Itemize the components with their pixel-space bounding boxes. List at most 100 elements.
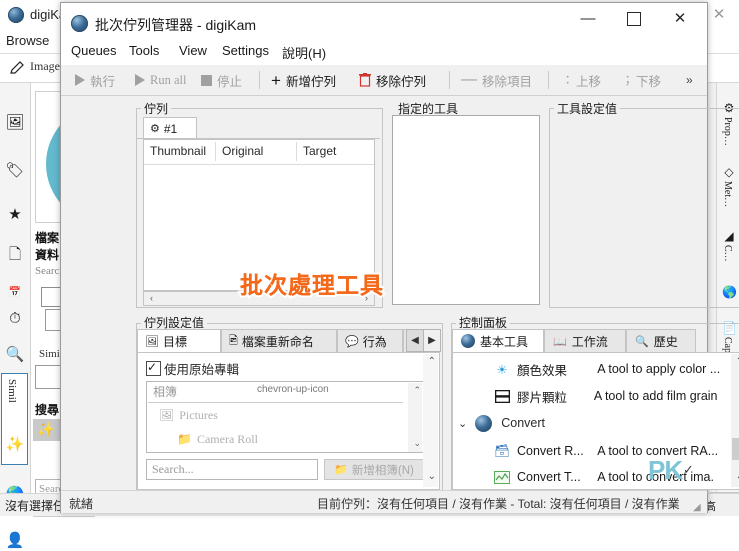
- queue-panel-title: 佇列: [141, 100, 172, 117]
- convert-image-icon: [493, 468, 511, 486]
- move-down-label: 下移: [636, 74, 662, 89]
- assigned-tools-list[interactable]: [392, 115, 540, 305]
- digikam-icon: [474, 414, 492, 432]
- background-checkbox[interactable]: [41, 287, 61, 307]
- tool-row[interactable]: ☀ 顏色效果 A tool to apply color ...: [453, 355, 731, 383]
- background-data-label: 資料: [35, 248, 60, 262]
- minimize-button[interactable]: —: [565, 3, 611, 35]
- people-icon[interactable]: 👤: [5, 531, 25, 551]
- close-button[interactable]: ✕: [657, 3, 703, 35]
- tab-target[interactable]: 🖼 目標: [137, 329, 221, 353]
- menu-browse[interactable]: Browse: [6, 33, 49, 48]
- timeline-icon[interactable]: ⏱: [5, 309, 25, 329]
- menu-tools[interactable]: Tools: [129, 43, 159, 58]
- queue-tab-1[interactable]: ⚙ #1: [143, 117, 197, 139]
- tool-group-row[interactable]: ⌄ Convert: [453, 409, 731, 437]
- tab-file-rename[interactable]: 🖻 檔案重新命名: [221, 329, 337, 353]
- move-down-button[interactable]: ︔ 下移: [619, 65, 661, 95]
- chevron-down-icon: ︔: [619, 73, 632, 88]
- digikam-icon: [461, 334, 475, 348]
- album-search-input[interactable]: Search...: [146, 459, 318, 480]
- background-image-label[interactable]: Image: [30, 59, 60, 74]
- album-item-camera-roll[interactable]: 📁 Camera Roll: [177, 432, 258, 447]
- menu-help[interactable]: 說明(H): [282, 43, 326, 62]
- tool-name: 膠片顆粒: [517, 390, 568, 405]
- menu-view[interactable]: View: [179, 43, 207, 58]
- scrollbar-thumb[interactable]: [732, 438, 739, 460]
- tool-row[interactable]: 🗃 Convert R... A tool to convert RA...: [453, 437, 731, 465]
- remove-queue-button[interactable]: 移除佇列: [359, 65, 426, 95]
- similarity-icon[interactable]: ✨: [5, 435, 25, 455]
- tabs-scroll-right-button[interactable]: ▶: [423, 329, 441, 352]
- scroll-up-icon[interactable]: ⌃: [428, 356, 436, 367]
- tab-base-tools-label: 基本工具: [480, 334, 529, 349]
- background-status-text: 沒有選擇任: [5, 499, 66, 513]
- tab-workflow[interactable]: 📖 工作流: [544, 329, 626, 353]
- close-icon[interactable]: ✕: [708, 5, 730, 25]
- new-folder-icon: 📁: [334, 464, 348, 476]
- move-up-label: 上移: [576, 74, 602, 89]
- scroll-up-icon[interactable]: ⌃: [736, 356, 739, 367]
- tool-row[interactable]: 膠片顆粒 A tool to add film grain: [453, 382, 731, 410]
- add-queue-label: 新增佇列: [285, 74, 336, 89]
- watermark-pk-tick: ✓: [683, 462, 694, 477]
- control-panel-scrollbar[interactable]: [731, 354, 739, 487]
- pencil-icon[interactable]: [8, 59, 26, 77]
- calendar-icon[interactable]: 📅: [5, 283, 25, 303]
- list-icon[interactable]: 🗋: [5, 245, 25, 265]
- batch-queue-manager-window: 批次佇列管理器 - digiKam — ✕ Queues Tools View …: [60, 2, 739, 513]
- stop-button[interactable]: 停止: [201, 65, 242, 95]
- toolbar-overflow-button[interactable]: »: [686, 73, 693, 87]
- new-album-label: 新增相簿(N): [351, 464, 414, 477]
- film-grain-icon: [493, 387, 511, 405]
- column-divider[interactable]: [215, 142, 216, 161]
- sidebar-item-similarity-label: Simil: [6, 379, 18, 403]
- toolbar: 執行 Run all 停止 + 新增佇列 移除佇列 — 移除項目 ︓ 上移 ︔ …: [61, 65, 707, 96]
- menubar: Queues Tools View Settings 說明(H): [61, 39, 707, 65]
- scroll-down-icon[interactable]: ⌄: [413, 438, 421, 449]
- move-up-button[interactable]: ︓ 上移: [559, 65, 601, 95]
- chevron-up-icon[interactable]: chevron-up-icon: [257, 384, 329, 395]
- new-album-button[interactable]: 📁 新增相簿(N): [324, 459, 424, 480]
- resize-grip-icon[interactable]: ◢: [693, 502, 701, 513]
- chevron-up-icon: ︓: [559, 73, 572, 88]
- chevron-down-icon[interactable]: ⌄: [458, 417, 467, 430]
- scroll-up-icon[interactable]: ⌃: [413, 385, 421, 396]
- tool-name: Convert T...: [517, 470, 581, 484]
- tabs-scroll-left-button[interactable]: ◀: [406, 329, 424, 352]
- background-file-label: 檔案: [35, 231, 60, 245]
- scroll-down-icon[interactable]: ⌄: [736, 471, 739, 482]
- run-all-button[interactable]: Run all: [135, 65, 186, 95]
- run-button[interactable]: 執行: [75, 65, 115, 95]
- tab-workflow-label: 工作流: [571, 334, 608, 349]
- albums-icon[interactable]: 🖼: [5, 113, 25, 133]
- folder-icon: 📁: [177, 432, 192, 446]
- tab-behavior[interactable]: 💬 行為: [337, 329, 403, 353]
- use-original-album-label[interactable]: 使用原始專輯: [164, 359, 239, 378]
- queue-settings-scrollbar[interactable]: [423, 354, 438, 487]
- add-queue-button[interactable]: + 新增佇列: [271, 65, 336, 95]
- column-original[interactable]: Original: [222, 144, 263, 158]
- menu-queues[interactable]: Queues: [71, 43, 117, 58]
- search-icon[interactable]: 🔍: [5, 345, 25, 365]
- magic-wand-icon[interactable]: ✨: [37, 421, 54, 438]
- tab-base-tools[interactable]: 基本工具: [452, 329, 544, 353]
- background-search-heading: 搜尋: [35, 403, 60, 417]
- column-thumbnail[interactable]: Thumbnail: [150, 144, 206, 158]
- star-icon[interactable]: ★: [5, 205, 25, 225]
- tab-history[interactable]: 🔍 歷史: [626, 329, 696, 353]
- tag-icon[interactable]: 🏷: [5, 161, 25, 181]
- maximize-button[interactable]: [611, 3, 657, 35]
- checkmark-icon: ✓: [147, 360, 158, 374]
- album-tree[interactable]: 相簿 chevron-up-icon 🖼 Pictures 📁 Camera R…: [146, 381, 424, 453]
- menu-settings[interactable]: Settings: [222, 43, 269, 58]
- column-divider[interactable]: [296, 142, 297, 161]
- digikam-icon: [8, 7, 24, 23]
- gear-icon: ⚙: [150, 123, 160, 135]
- remove-items-button[interactable]: — 移除項目: [461, 65, 532, 95]
- album-item-pictures[interactable]: 🖼 Pictures: [159, 408, 218, 423]
- column-target[interactable]: Target: [303, 144, 336, 158]
- queue-settings-tabs: 🖼 目標 🖻 檔案重新命名 💬 行為 🗃: [137, 329, 440, 353]
- scroll-left-icon[interactable]: ‹: [145, 292, 158, 305]
- scroll-down-icon[interactable]: ⌄: [428, 471, 436, 482]
